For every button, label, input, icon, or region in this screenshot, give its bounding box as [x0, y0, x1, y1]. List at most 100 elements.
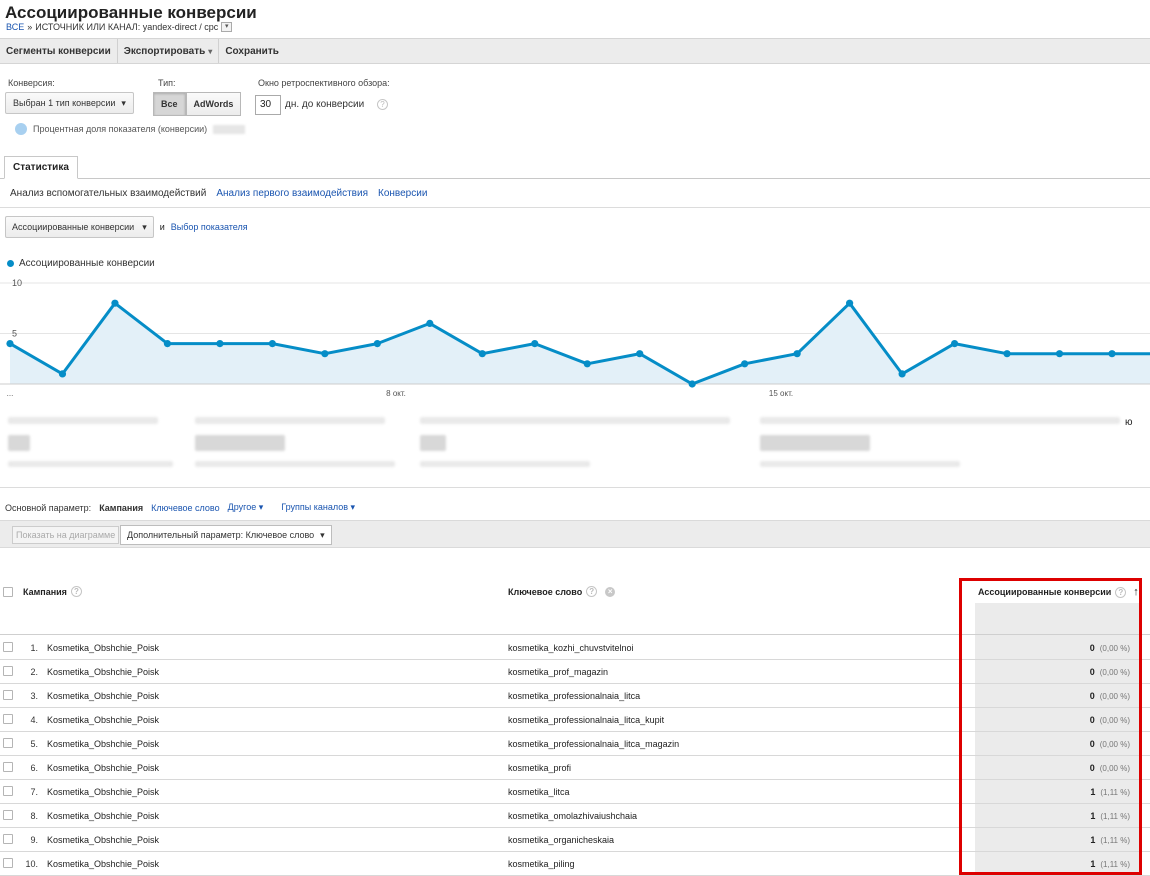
- lookback-label: Окно ретроспективного обзора:: [258, 78, 390, 88]
- row-keyword[interactable]: kosmetika_prof_magazin: [508, 667, 608, 677]
- row-keyword[interactable]: kosmetika_professionalnaia_litca_magazin: [508, 739, 679, 749]
- row-campaign[interactable]: Kosmetika_Obshchie_Poisk: [47, 763, 159, 773]
- header-campaign: Кампания ?: [3, 586, 82, 597]
- primary-dimension-row: Основной параметр: Кампания Ключевое сло…: [5, 502, 355, 513]
- data-point: [1108, 350, 1116, 358]
- row-campaign[interactable]: Kosmetika_Obshchie_Poisk: [47, 811, 159, 821]
- chart-metric-dropdown[interactable]: Ассоциированные конверсии ▾: [5, 216, 154, 238]
- subtab-first-interaction[interactable]: Анализ первого взаимодействия: [216, 188, 368, 199]
- line-chart: 10 5... 8 окт. 15 окт.: [0, 278, 1150, 398]
- data-point: [688, 380, 696, 388]
- row-checkbox[interactable]: [3, 714, 13, 724]
- row-campaign[interactable]: Kosmetika_Obshchie_Poisk: [47, 787, 159, 797]
- row-keyword[interactable]: kosmetika_omolazhivaiushchaia: [508, 811, 637, 821]
- conversion-segments-button[interactable]: Сегменты конверсии: [0, 39, 118, 63]
- breadcrumb-root-link[interactable]: ВСЕ: [6, 22, 24, 32]
- row-checkbox[interactable]: [3, 666, 13, 676]
- dimension-other[interactable]: Другое ▾: [228, 502, 264, 513]
- data-point: [846, 299, 854, 307]
- percent-note: Процентная доля показателя (конверсии): [15, 123, 246, 135]
- row-keyword[interactable]: kosmetika_professionalnaia_litca: [508, 691, 640, 701]
- row-keyword[interactable]: kosmetika_kozhi_chuvstvitelnoi: [508, 643, 634, 653]
- row-checkbox[interactable]: [3, 642, 13, 652]
- row-campaign[interactable]: Kosmetika_Obshchie_Poisk: [47, 835, 159, 845]
- x-tick-label: ...: [7, 389, 14, 398]
- header-keyword: Ключевое слово ? ×: [508, 586, 616, 597]
- row-checkbox[interactable]: [3, 810, 13, 820]
- type-all-button[interactable]: Все: [153, 92, 186, 116]
- data-point: [478, 350, 486, 358]
- row-keyword[interactable]: kosmetika_professionalnaia_litca_kupit: [508, 715, 664, 725]
- row-checkbox[interactable]: [3, 690, 13, 700]
- scorecard: [745, 405, 1125, 481]
- save-button[interactable]: Сохранить: [219, 39, 285, 63]
- divider: [0, 487, 1150, 488]
- scorecard: [405, 405, 745, 481]
- report-toolbar: Сегменты конверсии Экспортировать ▾ Сохра…: [0, 38, 1150, 64]
- dimension-campaign[interactable]: Кампания: [99, 503, 143, 513]
- row-checkbox[interactable]: [3, 834, 13, 844]
- row-index: 2.: [30, 667, 38, 677]
- blurred-value: [213, 124, 246, 134]
- data-point: [1055, 350, 1064, 358]
- row-checkbox[interactable]: [3, 738, 13, 748]
- data-point: [58, 370, 67, 378]
- conversion-label: Конверсия:: [8, 78, 55, 88]
- dimension-channel-groups[interactable]: Группы каналов ▾: [281, 502, 355, 513]
- row-campaign[interactable]: Kosmetika_Obshchie_Poisk: [47, 715, 159, 725]
- export-button[interactable]: Экспортировать ▾: [118, 39, 220, 63]
- select-all-checkbox[interactable]: [3, 586, 13, 597]
- highlight-box: [959, 578, 1142, 875]
- subtab-assisted-analysis[interactable]: Анализ вспомогательных взаимодействий: [10, 188, 206, 199]
- row-index: 6.: [30, 763, 38, 773]
- data-point: [531, 340, 539, 348]
- row-keyword[interactable]: kosmetika_piling: [508, 859, 575, 869]
- chevron-down-icon: ▾: [121, 97, 126, 108]
- row-campaign[interactable]: Kosmetika_Obshchie_Poisk: [47, 643, 159, 653]
- subtab-conversions[interactable]: Конверсии: [378, 188, 427, 199]
- data-point: [950, 340, 959, 348]
- row-campaign[interactable]: Kosmetika_Obshchie_Poisk: [47, 739, 159, 749]
- data-point: [793, 350, 801, 358]
- row-campaign[interactable]: Kosmetika_Obshchie_Poisk: [47, 667, 159, 677]
- breadcrumb-separator: »: [27, 22, 33, 32]
- row-campaign[interactable]: Kosmetika_Obshchie_Poisk: [47, 691, 159, 701]
- page-title: Ассоциированные конверсии: [5, 3, 257, 22]
- dimension-keyword[interactable]: Ключевое слово: [151, 503, 219, 513]
- secondary-dimension-dropdown[interactable]: Дополнительный параметр: Ключевое слово ▾: [120, 525, 332, 545]
- data-point: [216, 340, 224, 348]
- row-index: 9.: [30, 835, 38, 845]
- row-index: 8.: [30, 811, 38, 821]
- breadcrumb-dropdown-icon[interactable]: ▾: [221, 22, 233, 32]
- help-icon[interactable]: ?: [70, 586, 82, 597]
- row-index: 7.: [30, 787, 38, 797]
- plot-rows-button[interactable]: Показать на диаграмме: [12, 526, 120, 544]
- help-icon[interactable]: ?: [586, 586, 598, 597]
- row-index: 10.: [25, 859, 38, 869]
- scorecard: [180, 405, 405, 481]
- select-metric-link[interactable]: Выбор показателя: [171, 222, 248, 232]
- row-checkbox[interactable]: [3, 762, 13, 772]
- tab-statistics[interactable]: Статистика: [4, 156, 78, 179]
- conversion-type-dropdown[interactable]: Выбран 1 тип конверсии ▾: [5, 92, 134, 114]
- row-keyword[interactable]: kosmetika_organicheskaia: [508, 835, 614, 845]
- y-tick-label: 10: [12, 278, 22, 288]
- x-tick-label: 15 окт.: [769, 389, 793, 398]
- remove-dimension-icon[interactable]: ×: [605, 586, 616, 597]
- breadcrumb-filter: ИСТОЧНИК ИЛИ КАНАЛ: yandex-direct / cpc: [35, 22, 219, 32]
- and-text: и: [159, 222, 165, 232]
- row-keyword[interactable]: kosmetika_litca: [508, 787, 570, 797]
- row-checkbox[interactable]: [3, 786, 13, 796]
- data-point: [741, 360, 749, 368]
- type-adwords-button[interactable]: AdWords: [185, 92, 242, 116]
- lookback-days-input[interactable]: 30: [255, 95, 281, 115]
- data-point: [111, 299, 119, 307]
- scorecard: [0, 405, 180, 481]
- row-campaign[interactable]: Kosmetika_Obshchie_Poisk: [47, 859, 159, 869]
- scorecards: ю: [0, 405, 1150, 485]
- type-toggle: Все AdWords: [153, 92, 242, 116]
- row-checkbox[interactable]: [3, 858, 13, 868]
- help-icon[interactable]: ?: [376, 99, 388, 110]
- row-index: 5.: [30, 739, 38, 749]
- row-keyword[interactable]: kosmetika_profi: [508, 763, 571, 773]
